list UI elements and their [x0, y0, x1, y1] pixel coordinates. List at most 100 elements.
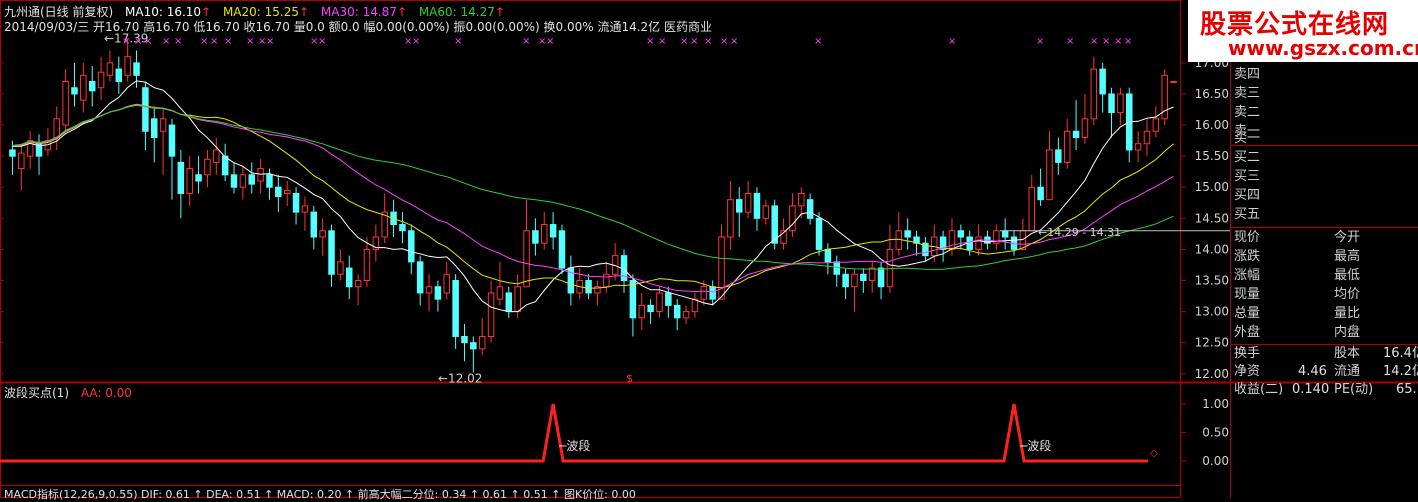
float-label: 流通	[1334, 364, 1361, 379]
share-capital-label: 股本	[1334, 346, 1361, 361]
candle-body-up	[638, 304, 645, 319]
candle-body-down	[904, 230, 911, 238]
candle-body-up	[425, 286, 433, 294]
candle-body-up	[1134, 143, 1142, 151]
candle-body-down	[151, 118, 158, 138]
candle-body-down	[833, 261, 840, 275]
candle-body-up	[478, 335, 486, 350]
ma30-line	[12, 104, 1174, 293]
candle-body-up	[97, 71, 105, 89]
ask-level-2: 卖二	[1234, 105, 1261, 120]
candle-body-up	[80, 74, 87, 101]
signal-mark: ×	[134, 36, 142, 47]
candle-body-up	[53, 118, 60, 138]
candle-body-down	[665, 292, 672, 306]
net-asset-label: 净资	[1234, 364, 1261, 379]
candle-body-up	[700, 286, 708, 300]
candle-body-up	[204, 158, 211, 176]
quote-label-left: 现量	[1234, 287, 1261, 302]
signal-mark: ×	[412, 36, 420, 47]
watermark-url: www.gszx.com.cn	[1228, 36, 1418, 60]
signal-mark: ×	[1102, 36, 1110, 47]
candle-body-down	[629, 280, 637, 319]
candle-body-up	[487, 292, 495, 337]
signal-mark: ×	[200, 36, 208, 47]
stock-chart[interactable]: 17.0016.5016.0015.5015.0014.5014.0013.50…	[0, 0, 1418, 498]
candle-body-down	[860, 273, 867, 282]
candle-body-up	[1063, 130, 1071, 163]
ma60-value: MA60: 14.27	[418, 5, 495, 19]
candle-body-down	[399, 224, 406, 232]
candle-body-up	[523, 230, 530, 288]
quote-label-left: 涨幅	[1234, 268, 1261, 283]
candle-body-down	[434, 286, 442, 300]
ask-level-4: 卖四	[1234, 67, 1261, 82]
stock-title[interactable]: 九州通(日线 前复权)	[4, 5, 113, 19]
candle-body-down	[71, 87, 78, 95]
signal-mark: ×	[680, 36, 688, 47]
signal-mark: ×	[1124, 36, 1132, 47]
candle-body-down	[815, 217, 823, 250]
signal-mark: ×	[690, 36, 698, 47]
candle-body-up	[124, 56, 131, 76]
candle-body-up	[727, 199, 734, 238]
candle-body-up	[682, 311, 690, 319]
candle-body-up	[868, 267, 876, 282]
header-bar: 九州通(日线 前复权) MA10: 16.10↑ MA20: 15.25↑ MA…	[4, 5, 505, 19]
candle-body-down	[549, 224, 557, 238]
signal-mark: ×	[454, 36, 462, 47]
signal-mark: ×	[720, 36, 728, 47]
candle-body-down	[824, 248, 832, 263]
price-tick-label: 13.50	[1195, 274, 1229, 288]
candle-body-up	[603, 273, 610, 288]
turnover-label: 换手	[1234, 346, 1261, 361]
price-tick-label: 16.50	[1195, 87, 1229, 101]
candle-body-down	[1037, 186, 1044, 201]
ma30-up-arrow: ↑	[396, 5, 407, 19]
candle-body-down	[736, 199, 743, 213]
candle-body-down	[957, 230, 965, 238]
candle-body-up	[762, 205, 770, 219]
candle-body-up	[62, 81, 69, 126]
quote-label-left: 涨跌	[1234, 249, 1261, 264]
signal-mark: ×	[948, 36, 956, 47]
low-marker: ←12.02	[438, 372, 482, 386]
signal-mark: ×	[210, 36, 218, 47]
candle-body-down	[1072, 130, 1080, 138]
ma10-value: MA10: 16.10	[125, 5, 202, 19]
candle-body-down	[195, 174, 202, 182]
signal-mark: ×	[658, 36, 666, 47]
candle-body-down	[9, 149, 16, 157]
candle-body-up	[1090, 68, 1098, 120]
candle-body-up	[691, 298, 699, 313]
signal-mark: ×	[1090, 36, 1098, 47]
indicator-tick-label: 0.50	[1202, 426, 1229, 440]
candle-body-down	[266, 174, 273, 188]
candle-body-down	[275, 186, 282, 198]
indicator-aa: AA: 0.00	[80, 386, 132, 400]
signal-mark: ×	[174, 36, 182, 47]
info-line: 2014/09/03/三 开16.70 高16.70 低16.70 收16.70…	[4, 20, 712, 34]
candle-body-up	[789, 205, 796, 232]
candle-body-up	[1028, 186, 1035, 232]
indicator-name[interactable]: 波段买点(1)	[4, 386, 69, 400]
signal-mark: ×	[266, 36, 274, 47]
candle-body-down	[230, 174, 238, 188]
candle-body-up	[1143, 130, 1151, 145]
signal-mark: ×	[646, 36, 654, 47]
candle-body-down	[505, 292, 513, 313]
ma30-value: MA30: 14.87	[320, 5, 397, 19]
ma20-value: MA20: 15.25	[222, 5, 299, 19]
signal-mark: ×	[704, 36, 712, 47]
ma20-line	[12, 103, 1174, 289]
candle-body-down	[1099, 68, 1106, 95]
signal-mark: ×	[246, 36, 254, 47]
candle-body-up	[656, 292, 663, 313]
candle-body-up	[1081, 118, 1089, 138]
quote-label-left: 外盘	[1234, 325, 1261, 340]
candle-body-up	[319, 230, 326, 238]
indicator-end-mark: ◇	[1150, 448, 1158, 459]
candle-body-down	[1055, 149, 1062, 163]
bid-level-1: 买一	[1234, 131, 1261, 146]
candle-body-up	[363, 248, 371, 282]
